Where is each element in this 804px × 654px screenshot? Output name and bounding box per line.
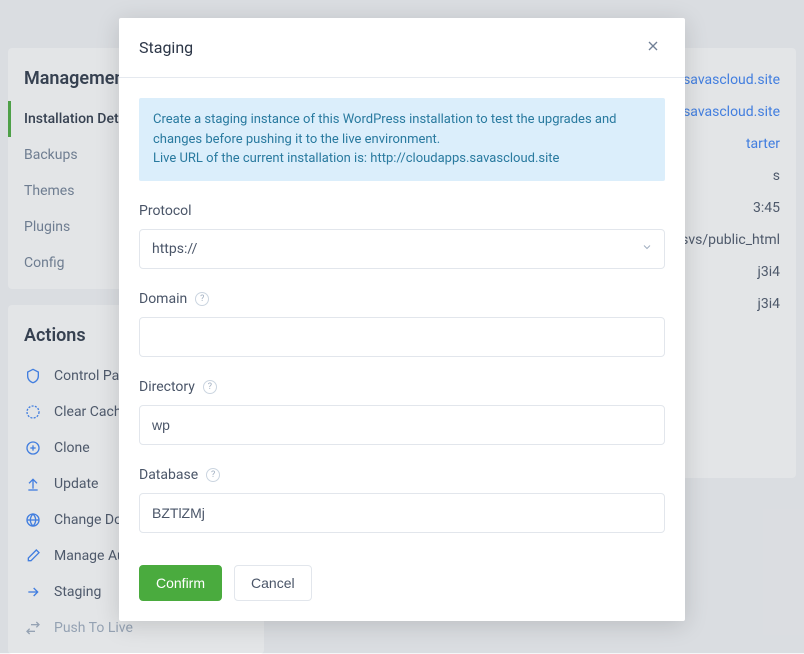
directory-label: Directory? (139, 379, 665, 395)
help-icon[interactable]: ? (203, 380, 217, 394)
protocol-select-wrap: https:// (139, 229, 665, 269)
modal-body: Create a staging instance of this WordPr… (119, 78, 685, 553)
protocol-label: Protocol (139, 203, 665, 219)
protocol-field: Protocol https:// (139, 203, 665, 269)
database-input[interactable] (139, 493, 665, 533)
info-box: Create a staging instance of this WordPr… (139, 98, 665, 181)
help-icon[interactable]: ? (195, 292, 209, 306)
modal-title: Staging (139, 38, 193, 57)
modal-header: Staging (119, 18, 685, 78)
directory-input[interactable] (139, 405, 665, 445)
close-button[interactable] (641, 34, 665, 61)
directory-field: Directory? (139, 379, 665, 445)
protocol-select[interactable]: https:// (139, 229, 665, 269)
confirm-button[interactable]: Confirm (139, 565, 222, 601)
domain-label: Domain? (139, 291, 665, 307)
close-icon (645, 42, 661, 57)
help-icon[interactable]: ? (206, 468, 220, 482)
modal-overlay[interactable]: Staging Create a staging instance of thi… (0, 0, 804, 653)
database-field: Database? (139, 467, 665, 533)
modal-footer: Confirm Cancel (119, 553, 685, 621)
staging-modal: Staging Create a staging instance of thi… (119, 18, 685, 621)
database-label: Database? (139, 467, 665, 483)
domain-input[interactable] (139, 317, 665, 357)
cancel-button[interactable]: Cancel (234, 565, 312, 601)
domain-field: Domain? (139, 291, 665, 357)
